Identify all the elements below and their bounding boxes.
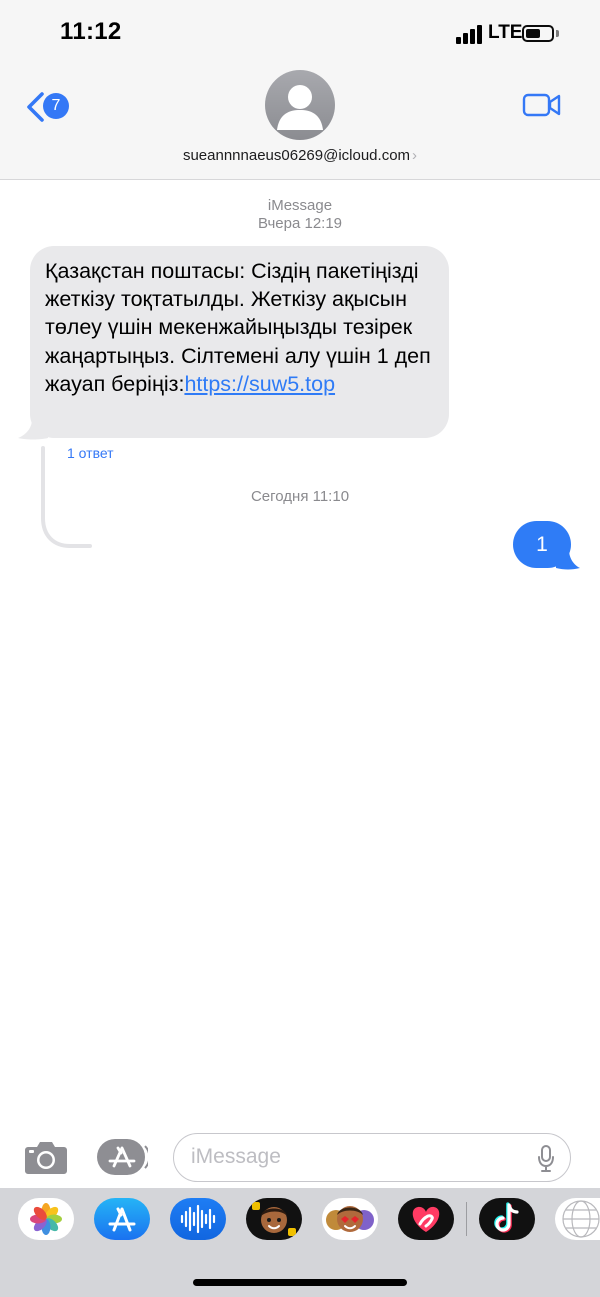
video-camera-icon[interactable] <box>522 92 562 118</box>
app-store-icon[interactable] <box>94 1198 150 1240</box>
photos-icon[interactable] <box>18 1198 74 1240</box>
audio-message-icon[interactable] <box>170 1198 226 1240</box>
avatar[interactable] <box>265 70 335 140</box>
microphone-icon[interactable] <box>537 1145 555 1173</box>
timestamp: Вчера 12:19 <box>257 215 343 232</box>
service-label: iMessage <box>267 197 333 214</box>
incoming-message-bubble[interactable]: Қазақстан поштасы: Сіздің пакетіңізді же… <box>30 246 449 438</box>
network-type: LTE <box>488 22 523 43</box>
message-link[interactable]: https://suw5.top <box>184 372 335 396</box>
globe-icon[interactable] <box>555 1198 600 1240</box>
camera-icon[interactable] <box>24 1138 68 1176</box>
timestamp: Сегодня 11:10 <box>250 488 350 505</box>
unread-count-badge[interactable]: 7 <box>43 93 69 119</box>
home-indicator[interactable] <box>193 1279 407 1286</box>
message-input-placeholder: iMessage <box>191 1145 281 1168</box>
memoji-icon[interactable] <box>246 1198 302 1240</box>
status-time: 11:12 <box>60 18 122 45</box>
animoji-icon[interactable] <box>322 1198 378 1240</box>
contact-address: sueannnnaeus06269@icloud.com <box>182 147 411 164</box>
app-store-icon[interactable] <box>96 1138 148 1176</box>
chevron-right-icon: › <box>412 147 418 164</box>
digital-touch-icon[interactable] <box>398 1198 454 1240</box>
tiktok-icon[interactable] <box>479 1198 535 1240</box>
signal-strength-icon <box>456 24 484 44</box>
reply-count-link[interactable]: 1 ответ <box>67 445 114 461</box>
battery-icon <box>522 25 554 42</box>
contact-name[interactable]: sueannnnaeus06269@icloud.com › <box>0 147 600 164</box>
outgoing-message-bubble[interactable]: 1 <box>513 521 571 568</box>
person-icon <box>277 85 323 130</box>
battery-tip <box>556 30 559 37</box>
drawer-divider <box>466 1202 467 1236</box>
